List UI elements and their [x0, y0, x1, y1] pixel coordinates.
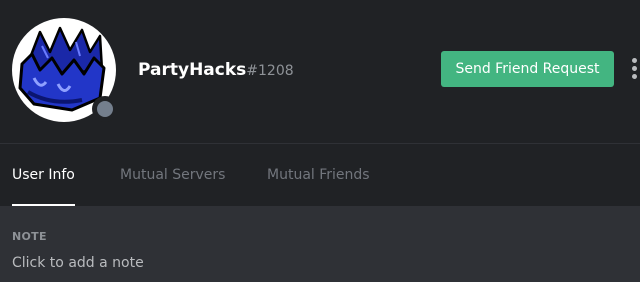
more-dot	[632, 66, 637, 71]
tab-user-info[interactable]: User Info	[12, 144, 75, 206]
username-tag: PartyHacks#1208	[138, 58, 294, 82]
offline-status-icon	[97, 101, 113, 117]
profile-header: PartyHacks#1208 Send Friend Request	[0, 0, 640, 143]
more-dot	[632, 58, 637, 63]
username: PartyHacks	[138, 60, 247, 80]
more-options-icon[interactable]	[630, 56, 640, 82]
avatar[interactable]	[12, 18, 118, 122]
tab-mutual-friends[interactable]: Mutual Friends	[267, 144, 370, 206]
user-profile-modal: PartyHacks#1208 Send Friend Request User…	[0, 0, 640, 282]
user-info-panel: NOTE Click to add a note	[0, 206, 640, 282]
discriminator: #1208	[246, 63, 294, 79]
send-friend-request-button[interactable]: Send Friend Request	[441, 51, 614, 87]
note-input[interactable]: Click to add a note	[12, 255, 144, 271]
note-title: NOTE	[12, 230, 47, 243]
status-indicator	[92, 96, 118, 122]
more-dot	[632, 74, 637, 79]
profile-tabs: User Info Mutual Servers Mutual Friends	[0, 144, 640, 206]
tab-mutual-servers[interactable]: Mutual Servers	[120, 144, 225, 206]
